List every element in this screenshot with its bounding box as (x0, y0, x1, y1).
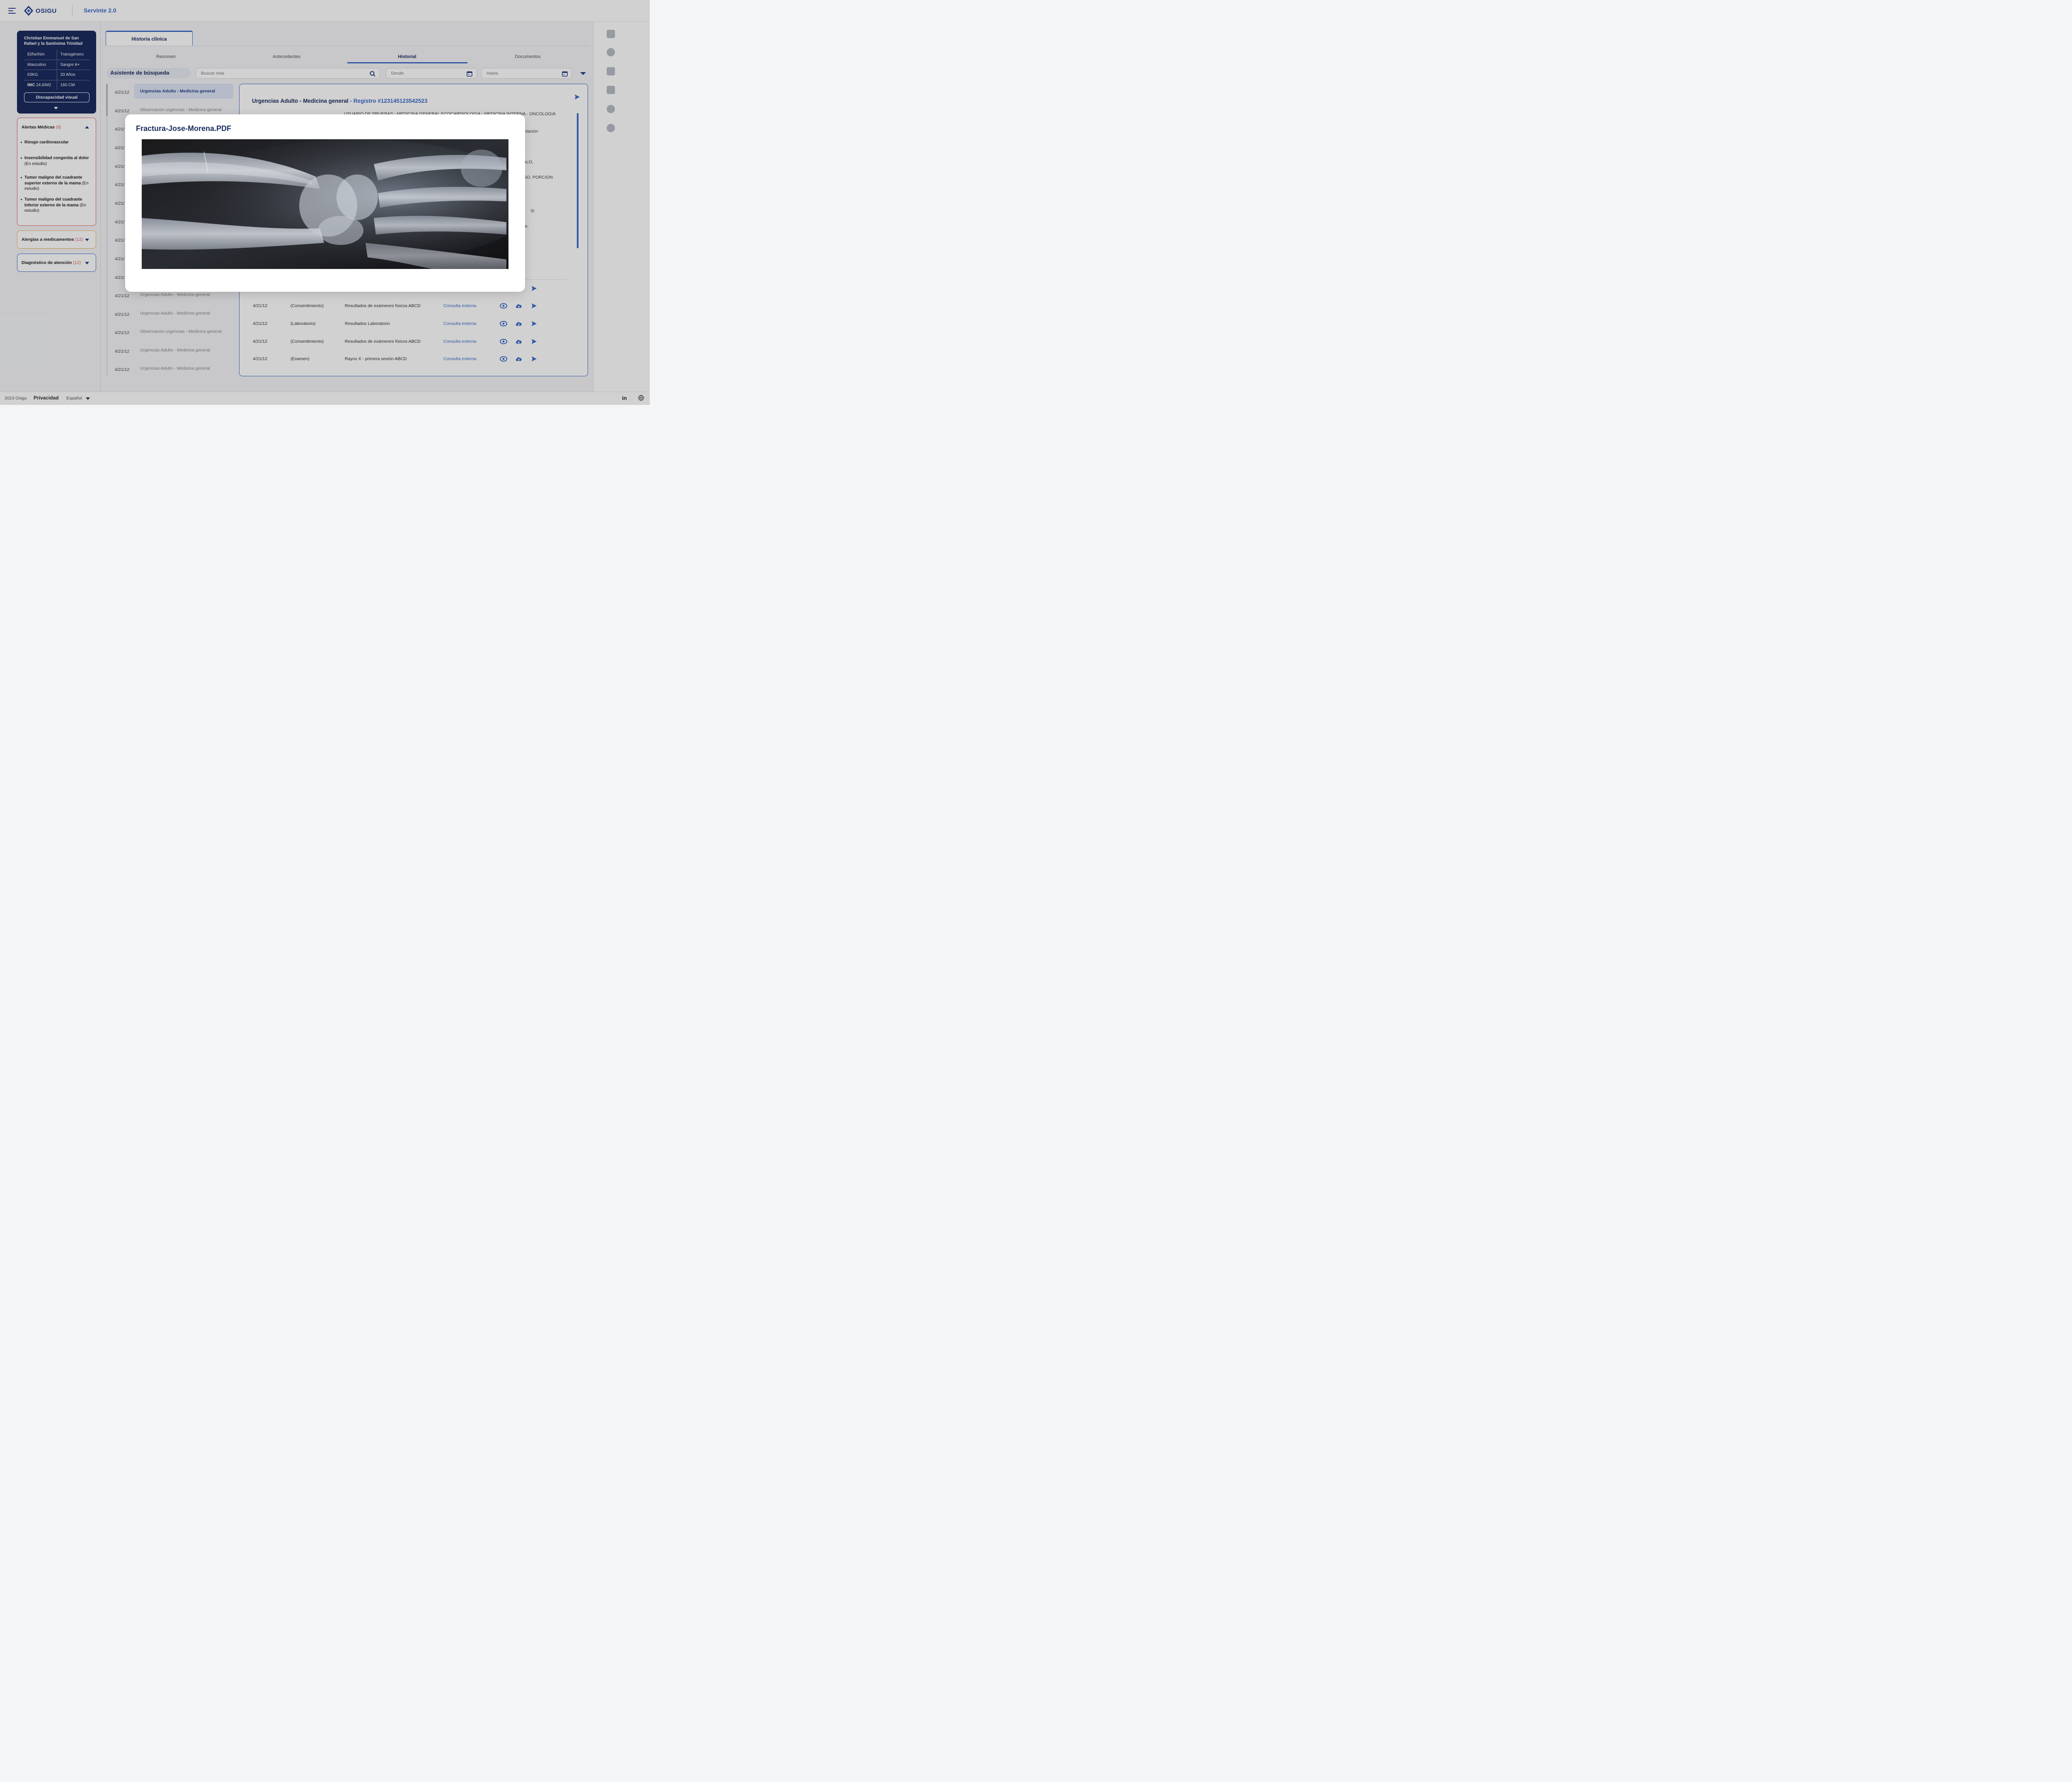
modal-title: Fractura-Jose-Morena.PDF (136, 124, 232, 133)
document-preview-modal: Fractura-Jose-Morena.PDF (125, 114, 525, 292)
xray-image (142, 139, 508, 269)
xray-hand-image-icon (142, 139, 508, 269)
